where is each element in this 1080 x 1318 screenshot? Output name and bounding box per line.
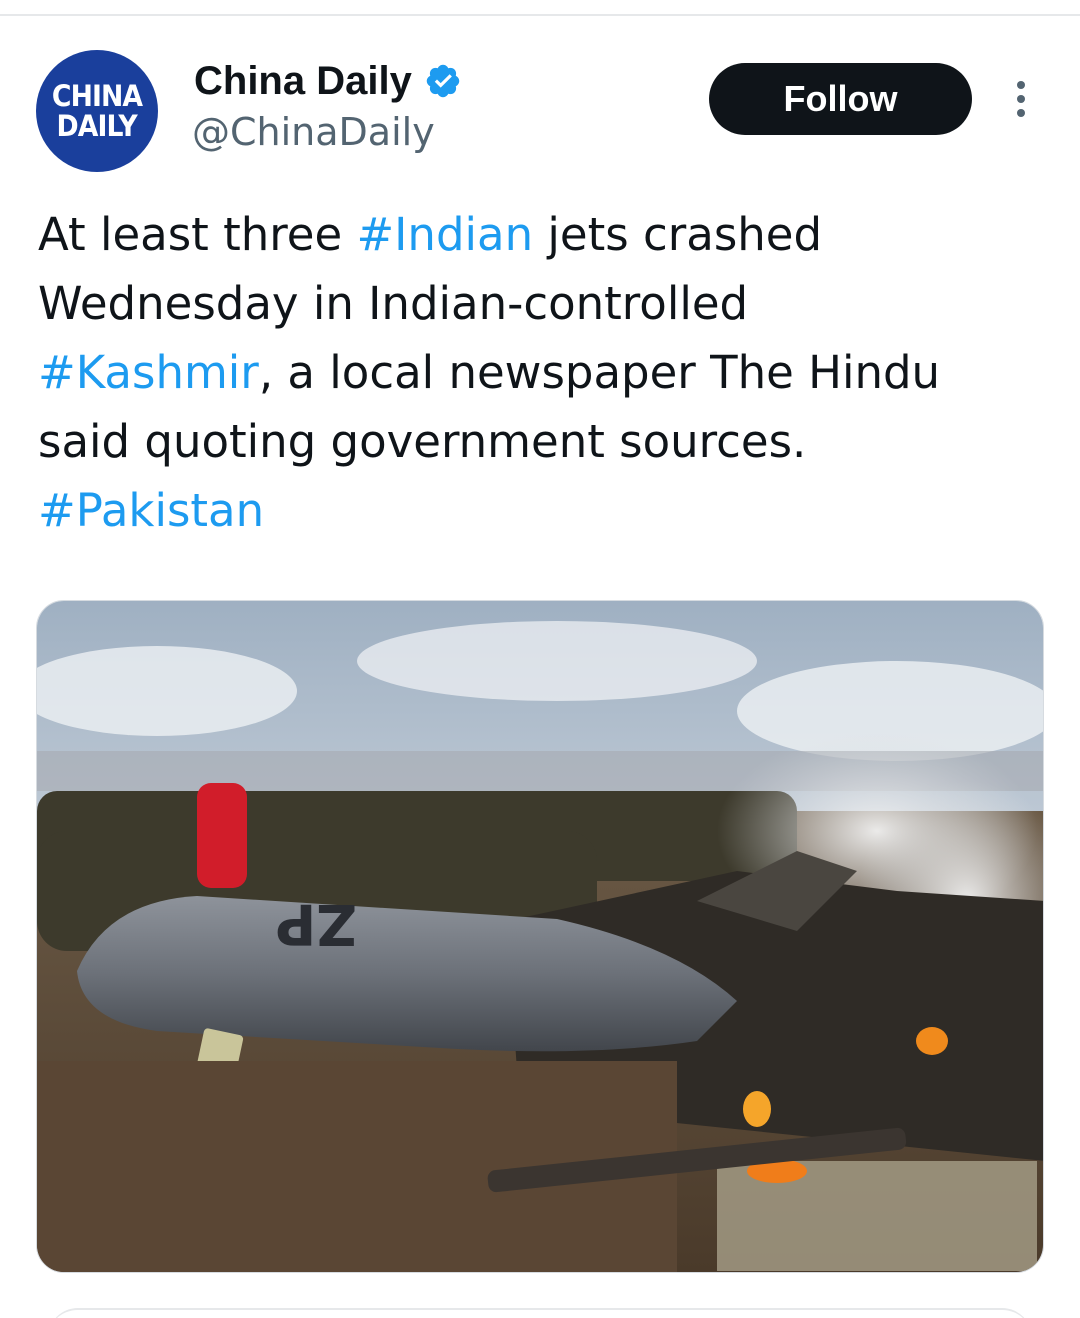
tweet-text: At least three #Indian jets crashed Wedne… [38, 200, 1048, 545]
tweet-text-segment: Wednesday in Indian-controlled [38, 277, 749, 330]
tweet-text-segment: , a local newspaper The Hindu [258, 346, 941, 399]
avatar-logo-line-2: DAILY [56, 109, 138, 143]
verified-badge-icon[interactable] [424, 62, 462, 100]
more-options-icon[interactable] [1004, 74, 1038, 124]
tweet-text-line: #Pakistan [38, 476, 1048, 545]
cloud [357, 621, 757, 701]
author-name-row: China Daily [194, 56, 462, 106]
more-dot [1017, 81, 1025, 89]
avatar-logo-line-1: CHINA [51, 79, 143, 113]
tweet-text-segment: At least three [38, 208, 357, 261]
more-dot [1017, 95, 1025, 103]
tweet-media-image[interactable]: ZP [36, 600, 1044, 1273]
aircraft-marking: ZP [275, 891, 357, 956]
tweet-text-segment: jets crashed [533, 208, 823, 261]
person-red-jacket [197, 783, 247, 888]
tweet-text-line: Wednesday in Indian-controlled [38, 269, 1048, 338]
author-handle[interactable]: @ChinaDaily [192, 110, 435, 154]
fire [916, 1027, 948, 1055]
fire [743, 1091, 771, 1127]
tweet-text-segment: said quoting government sources. [38, 415, 807, 468]
avatar[interactable]: CHINA DAILY [36, 50, 158, 172]
tweet-text-line: said quoting government sources. [38, 407, 1048, 476]
top-divider [0, 14, 1080, 16]
next-tweet-card-edge [48, 1308, 1032, 1318]
author-display-name[interactable]: China Daily [194, 59, 412, 104]
hashtag-link[interactable]: #Pakistan [38, 484, 264, 537]
tweet-text-line: At least three #Indian jets crashed [38, 200, 1048, 269]
more-dot [1017, 109, 1025, 117]
follow-button[interactable]: Follow [709, 63, 972, 135]
hashtag-link[interactable]: #Kashmir [38, 346, 259, 399]
tweet-text-line: #Kashmir, a local newspaper The Hindu [38, 338, 1048, 407]
hashtag-link[interactable]: #Indian [356, 208, 533, 261]
